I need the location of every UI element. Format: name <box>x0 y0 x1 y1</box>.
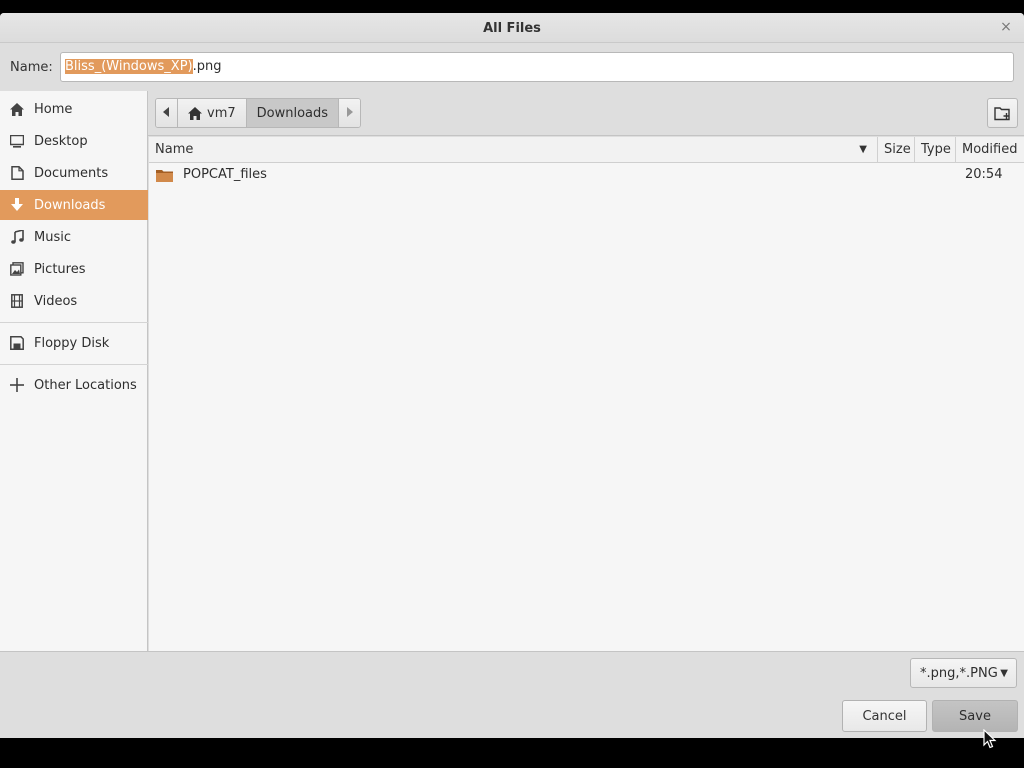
sidebar-item-home[interactable]: Home <box>0 94 148 124</box>
sidebar-item-videos[interactable]: Videos <box>0 286 148 316</box>
new-folder-icon <box>993 106 1012 121</box>
sidebar-item-label: Documents <box>34 165 109 181</box>
close-icon[interactable]: × <box>998 19 1014 35</box>
column-type[interactable]: Type <box>915 137 956 163</box>
chevron-down-icon: ▼ <box>1000 668 1008 679</box>
music-icon <box>0 230 34 244</box>
path-forward-button[interactable] <box>339 99 361 127</box>
title-bar: All Files × <box>0 13 1024 43</box>
column-name[interactable]: Name ▼ <box>149 137 878 163</box>
path-segment-downloads[interactable]: Downloads <box>246 99 340 127</box>
sidebar-item-label: Downloads <box>34 197 106 213</box>
create-folder-button[interactable] <box>987 98 1018 128</box>
sidebar-item-label: Home <box>34 101 73 117</box>
path-segment-label: vm7 <box>207 105 236 121</box>
path-segment-home[interactable]: vm7 <box>178 99 247 127</box>
desktop-icon <box>0 134 34 148</box>
cancel-button[interactable]: Cancel <box>842 700 927 732</box>
filename-input[interactable]: Bliss_(Windows_XP).png <box>60 52 1014 82</box>
sidebar-separator <box>0 364 148 365</box>
documents-icon <box>0 166 34 180</box>
save-button[interactable]: Save <box>932 700 1018 732</box>
sidebar-separator <box>0 322 148 323</box>
sidebar-item-music[interactable]: Music <box>0 222 148 252</box>
sidebar-item-label: Floppy Disk <box>34 335 110 351</box>
folder-icon <box>156 169 173 186</box>
path-bar: vm7 Downloads <box>148 91 1024 136</box>
plus-icon <box>0 378 34 392</box>
downloads-icon <box>0 198 34 212</box>
sidebar-item-downloads[interactable]: Downloads <box>0 190 148 220</box>
column-size[interactable]: Size <box>878 137 915 163</box>
column-header: Name ▼ Size Type Modified <box>149 137 1024 163</box>
sidebar-item-label: Other Locations <box>34 377 137 393</box>
column-type-label: Type <box>921 142 951 157</box>
filter-value: *.png,*.PNG <box>920 665 998 681</box>
chevron-left-icon <box>163 106 170 121</box>
sidebar-item-other-locations[interactable]: Other Locations <box>0 370 148 400</box>
action-area: *.png,*.PNG ▼ Cancel Save <box>0 651 1024 738</box>
places-sidebar: Home Desktop Documents Downloads Music P… <box>0 91 148 651</box>
filename-extension-text: .png <box>192 59 222 74</box>
floppy-icon <box>0 336 34 350</box>
sidebar-item-label: Videos <box>34 293 78 309</box>
sort-down-icon: ▼ <box>859 144 867 155</box>
save-file-dialog: All Files × Name: Bliss_(Windows_XP).png… <box>0 13 1024 738</box>
sidebar-item-label: Music <box>34 229 71 245</box>
column-modified-label: Modified <box>962 142 1018 157</box>
mouse-cursor-icon <box>983 729 997 749</box>
file-list: Name ▼ Size Type Modified POPCAT_files 2… <box>149 137 1024 651</box>
file-type-filter[interactable]: *.png,*.PNG ▼ <box>910 658 1017 688</box>
column-name-label: Name <box>155 142 194 157</box>
file-name: POPCAT_files <box>183 167 267 182</box>
column-size-label: Size <box>884 142 911 157</box>
chevron-right-icon <box>346 106 354 121</box>
home-icon <box>188 106 202 120</box>
sidebar-item-label: Pictures <box>34 261 86 277</box>
sidebar-item-desktop[interactable]: Desktop <box>0 126 148 156</box>
name-row: Name: Bliss_(Windows_XP).png <box>0 43 1024 91</box>
sidebar-item-pictures[interactable]: Pictures <box>0 254 148 284</box>
path-back-button[interactable] <box>156 99 178 127</box>
column-modified[interactable]: Modified <box>956 137 1024 163</box>
pictures-icon <box>0 262 34 276</box>
path-segment-label: Downloads <box>256 105 329 121</box>
file-row[interactable]: POPCAT_files 20:54 <box>149 163 1024 187</box>
name-label: Name: <box>10 60 53 75</box>
videos-icon <box>0 294 34 308</box>
filename-selected-text: Bliss_(Windows_XP) <box>65 59 193 74</box>
file-modified: 20:54 <box>965 167 1003 182</box>
window-title: All Files <box>483 21 541 36</box>
sidebar-item-label: Desktop <box>34 133 88 149</box>
sidebar-item-floppy-disk[interactable]: Floppy Disk <box>0 328 148 358</box>
home-icon <box>0 102 34 116</box>
breadcrumb: vm7 Downloads <box>155 98 362 128</box>
sidebar-item-documents[interactable]: Documents <box>0 158 148 188</box>
